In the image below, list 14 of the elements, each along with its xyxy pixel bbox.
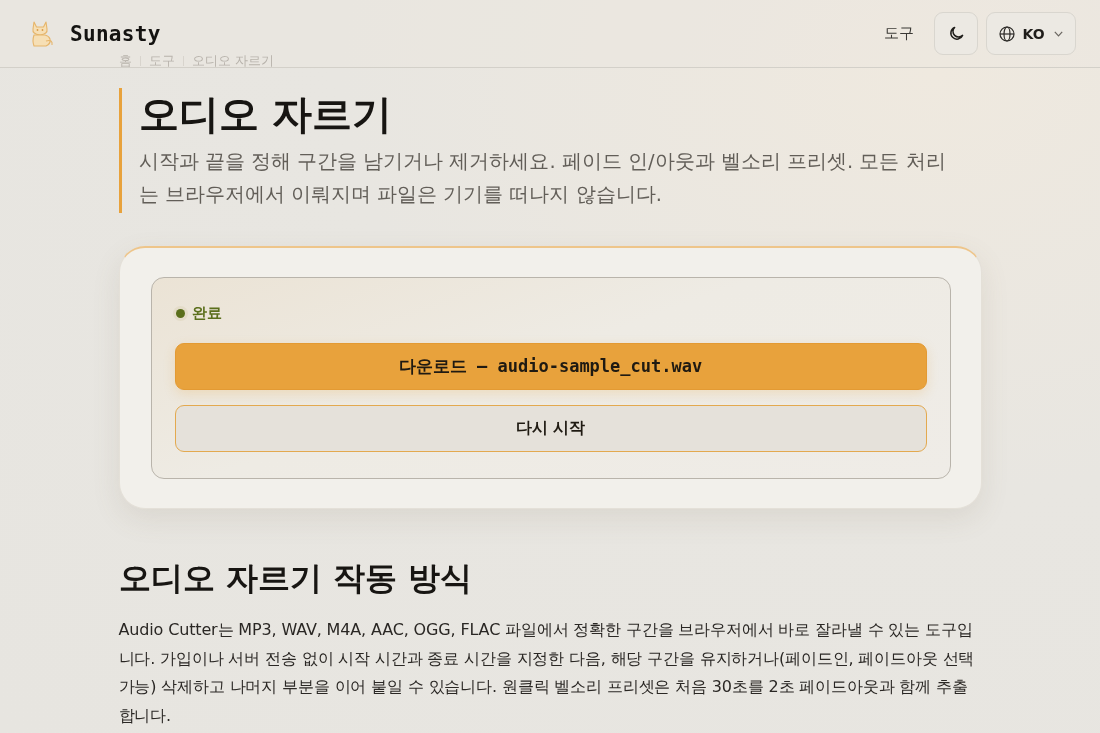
chevron-down-icon: [1053, 30, 1063, 37]
section-heading: 오디오 자르기 작동 방식: [118, 558, 473, 599]
section-paragraph: Audio Cutter는 MP3, WAV, M4A, AAC, OGG, FLAC 파일에서 정확한 구간을 브라우저에서 바로 잘라낼 수 있는 도구입니다. 가입이나 서버 전송 없이 시작 시간과 종료 시간을 지정한 다음, 해당 구간을 유지하거나(페이드인, 페이드아웃 선택 가능) 삭제하고 나머지 부분을 이어 붙일 수 있습니다. 원클릭 벨소리 프리셋은 처음 30초를 2초 페이드아웃과 함께 추출합니다.: [118, 619, 976, 727]
page-title: 오디오 자르기: [138, 90, 394, 139]
language-button[interactable]: KO: [986, 12, 1076, 55]
moon-icon: [948, 26, 964, 41]
nav-link[interactable]: 도구: [884, 24, 914, 43]
download-button[interactable]: 다운로드 — audio-sample_cut.wav: [174, 343, 927, 390]
page-description: 시작과 끝을 정해 구간을 남기거나 제거하세요. 페이드 인/아웃과 벨소리 프리셋. 모든 처리는 브라우저에서 이뤄지며 파일은 기기를 떠나지 않습니다.: [138, 149, 947, 208]
theme-toggle-button[interactable]: [934, 12, 978, 55]
status-label: 완료: [191, 303, 222, 323]
globe-icon: [999, 25, 1016, 42]
restart-button[interactable]: 다시 시작: [174, 405, 927, 452]
brand-name[interactable]: Sunasty: [70, 21, 161, 46]
